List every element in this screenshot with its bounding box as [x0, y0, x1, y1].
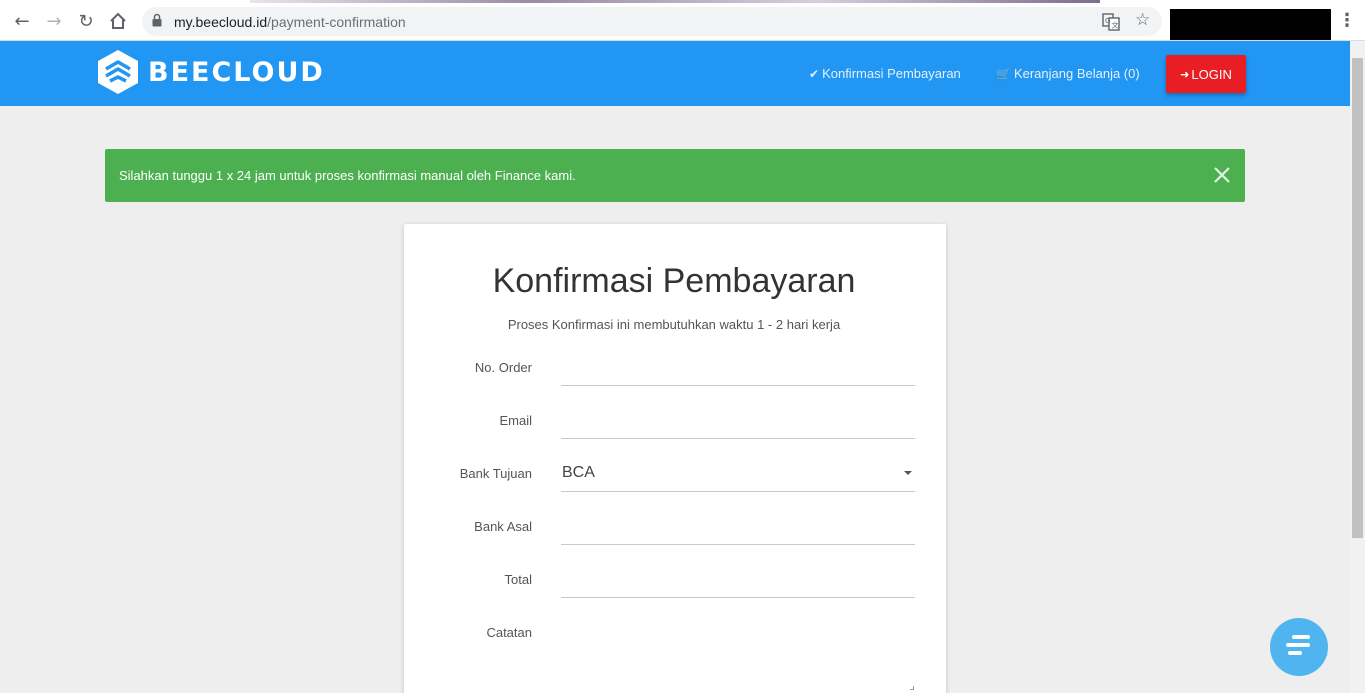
brand-logo[interactable]: BEECLOUD: [97, 49, 325, 95]
payment-confirmation-card: Konfirmasi Pembayaran Proses Konfirmasi …: [404, 224, 946, 693]
home-icon[interactable]: [106, 9, 130, 33]
nav-payment-confirmation[interactable]: ✔ Konfirmasi Pembayaran: [809, 66, 961, 81]
nav-shopping-cart-label: Keranjang Belanja (0): [1013, 66, 1140, 81]
close-icon[interactable]: [1210, 163, 1234, 187]
site-header: BEECLOUD ✔ Konfirmasi Pembayaran 🛒 Keranja…: [0, 41, 1350, 106]
page-subtitle: Proses Konfirmasi ini membutuhkan waktu …: [507, 317, 841, 332]
nav-shopping-cart[interactable]: 🛒 Keranjang Belanja (0): [996, 66, 1140, 81]
source-bank-input[interactable]: [561, 513, 915, 543]
source-bank-label: Bank Asal: [474, 519, 532, 534]
hexagon-logo-icon: [98, 50, 138, 94]
url-text[interactable]: my.beecloud.id/payment-confirmation: [174, 14, 406, 30]
email-underline: [561, 438, 915, 439]
page-scrollbar[interactable]: [1350, 41, 1365, 693]
translate-icon[interactable]: G 文: [1102, 13, 1120, 31]
nav-payment-confirmation-label: Konfirmasi Pembayaran: [822, 66, 961, 81]
cart-icon: 🛒: [996, 67, 1011, 81]
menu-kebab-icon[interactable]: ⋮: [1338, 10, 1356, 31]
sign-in-icon: ➜: [1180, 67, 1190, 81]
total-underline: [561, 597, 915, 598]
notes-textarea[interactable]: [561, 619, 915, 689]
order-number-input[interactable]: [561, 354, 915, 384]
success-alert: Silahkan tunggu 1 x 24 jam untuk proses …: [105, 149, 1245, 202]
page-title: Konfirmasi Pembayaran: [492, 262, 856, 300]
back-arrow-icon[interactable]: ←: [10, 9, 34, 33]
order-number-label: No. Order: [474, 360, 532, 375]
url-host: my.beecloud.id: [174, 14, 268, 30]
chat-widget-button[interactable]: [1270, 618, 1328, 676]
textarea-resize-handle[interactable]: [910, 686, 914, 690]
brand-name: BEECLOUD: [148, 56, 325, 88]
destination-bank-underline: [561, 491, 915, 492]
total-label: Total: [504, 572, 532, 587]
tab-strip-edge: [250, 0, 1100, 3]
svg-text:G: G: [1105, 17, 1110, 25]
address-bar[interactable]: my.beecloud.id/payment-confirmation G 文 …: [142, 7, 1162, 36]
email-input[interactable]: [561, 407, 915, 437]
chat-icon: [1286, 635, 1312, 659]
login-button-label: LOGIN: [1191, 66, 1232, 82]
destination-bank-label: Bank Tujuan: [459, 466, 532, 481]
source-bank-underline: [561, 544, 915, 545]
url-path: /payment-confirmation: [267, 14, 406, 30]
checkmark-icon: ✔: [809, 67, 820, 81]
reload-icon[interactable]: ↻: [74, 9, 98, 33]
chat-bubble-tail: [1314, 654, 1328, 668]
svg-text:文: 文: [1112, 21, 1119, 30]
browser-toolbar: ← → ↻ my.beecloud.id/payment-confirmatio…: [0, 0, 1365, 41]
redacted-profile-area: [1170, 9, 1331, 40]
email-label: Email: [499, 413, 532, 428]
alert-message: Silahkan tunggu 1 x 24 jam untuk proses …: [119, 168, 576, 183]
total-input[interactable]: [561, 566, 915, 596]
destination-bank-select[interactable]: BCA: [562, 464, 595, 482]
scrollbar-thumb[interactable]: [1352, 58, 1363, 538]
chevron-down-icon[interactable]: [904, 471, 912, 475]
lock-icon[interactable]: [152, 13, 162, 27]
login-button[interactable]: ➜ LOGIN: [1166, 55, 1246, 93]
forward-arrow-icon[interactable]: →: [42, 9, 66, 33]
notes-label: Catatan: [486, 625, 532, 640]
bookmark-star-icon[interactable]: ☆: [1135, 10, 1150, 30]
order-number-underline: [561, 385, 915, 386]
